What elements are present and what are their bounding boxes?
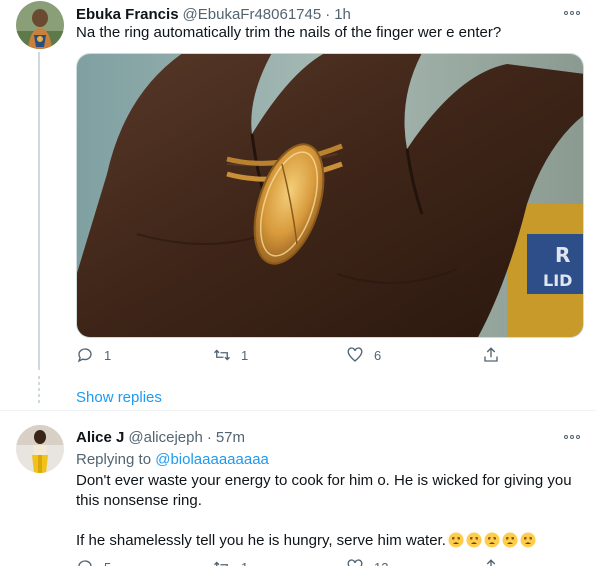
- tweet-text-line: If he shamelessly tell you he is hungry,…: [76, 532, 446, 549]
- tweet-header: Alice J @alicejeph · 57m: [76, 429, 245, 446]
- user-handle[interactable]: @alicejeph: [128, 429, 202, 446]
- tweet-text-line: this nonsense ring.: [76, 492, 202, 509]
- divider: [0, 410, 596, 411]
- svg-text:R: R: [555, 243, 570, 267]
- user-handle[interactable]: @EbukaFr48061745: [183, 6, 322, 23]
- separator: ·: [206, 429, 212, 446]
- thread-line: [38, 52, 40, 370]
- like-button[interactable]: 12: [346, 558, 388, 566]
- thread-dots: [38, 376, 40, 406]
- avatar[interactable]: [16, 425, 64, 473]
- tweet-photo[interactable]: R LID: [76, 53, 584, 338]
- weary-face-emoji-group: [446, 532, 536, 549]
- retweet-count: 1: [241, 347, 249, 363]
- display-name[interactable]: Alice J: [76, 429, 124, 446]
- timestamp[interactable]: 1h: [334, 6, 351, 23]
- like-count: 6: [374, 347, 382, 363]
- reply-button[interactable]: 5: [76, 558, 111, 566]
- heart-icon: [347, 347, 363, 362]
- weary-face-emoji: [466, 532, 482, 548]
- replying-to: Replying to @biolaaaaaaaaa: [76, 451, 269, 468]
- retweet-count: 1: [241, 560, 248, 566]
- like-count: 12: [374, 560, 388, 566]
- heart-icon: [347, 559, 363, 566]
- tweet-header: Ebuka Francis @EbukaFr48061745 · 1h: [76, 6, 351, 23]
- tweet-text: Don't ever waste your energy to cook for…: [76, 471, 576, 551]
- tweet-text-line: Don't ever waste your energy to cook for…: [76, 472, 572, 489]
- display-name[interactable]: Ebuka Francis: [76, 6, 179, 23]
- avatar[interactable]: [16, 1, 64, 49]
- reply-count: 1: [104, 347, 112, 363]
- retweet-icon: [214, 561, 228, 566]
- reply-icon: [78, 560, 92, 566]
- replying-prefix: Replying to: [76, 451, 152, 468]
- weary-face-emoji: [448, 532, 464, 548]
- tweet-ebuka-francis[interactable]: Ebuka Francis @EbukaFr48061745 · 1h Na t…: [0, 0, 596, 410]
- separator: ·: [325, 6, 331, 23]
- weary-face-emoji: [502, 532, 518, 548]
- like-button[interactable]: 6: [346, 346, 381, 364]
- retweet-button[interactable]: 1: [213, 346, 248, 364]
- timestamp[interactable]: 57m: [216, 429, 245, 446]
- svg-text:LID: LID: [543, 271, 572, 290]
- replying-handle-link[interactable]: @biolaaaaaaaaa: [155, 451, 269, 468]
- retweet-icon: [214, 349, 230, 361]
- reply-count: 5: [104, 560, 111, 566]
- reply-icon: [77, 348, 92, 363]
- more-options-icon[interactable]: [564, 10, 580, 16]
- show-replies-link[interactable]: Show replies: [76, 389, 162, 406]
- share-button[interactable]: [482, 558, 500, 566]
- more-options-icon[interactable]: [564, 434, 580, 440]
- tweet-actions: 5 1 12: [76, 558, 506, 566]
- tweet-actions: 1 1 6: [76, 346, 506, 366]
- share-icon: [486, 559, 496, 566]
- share-button[interactable]: [482, 346, 500, 364]
- reply-button[interactable]: 1: [76, 346, 111, 364]
- share-icon: [484, 347, 498, 362]
- tweet-text-line-emoji: If he shamelessly tell you he is hungry,…: [76, 531, 576, 551]
- weary-face-emoji: [484, 532, 500, 548]
- retweet-button[interactable]: 1: [213, 558, 248, 566]
- tweet-text: Na the ring automatically trim the nails…: [76, 24, 502, 41]
- weary-face-emoji: [520, 532, 536, 548]
